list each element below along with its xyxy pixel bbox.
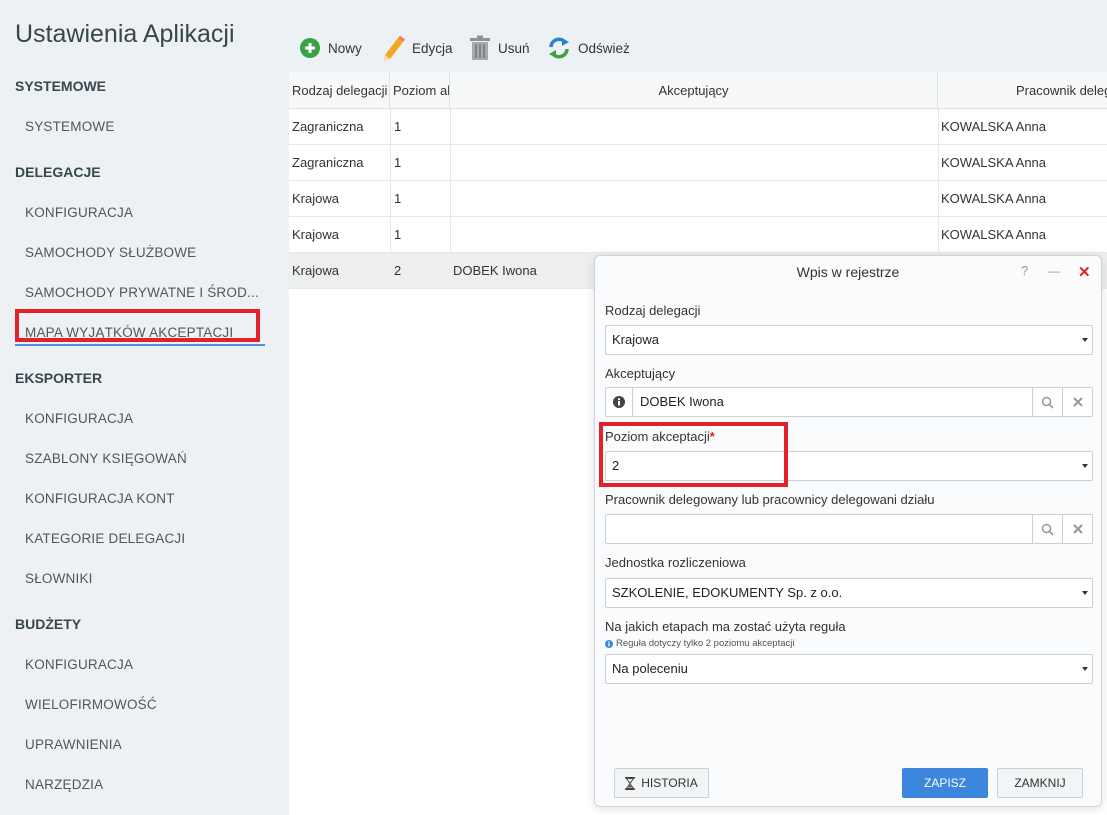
edit-button-label: Edycja xyxy=(412,40,453,56)
table-row[interactable]: Zagraniczna 1 KOWALSKA Anna xyxy=(289,145,1107,181)
new-button[interactable]: Nowy xyxy=(299,34,362,62)
clear-icon[interactable] xyxy=(1062,388,1092,416)
table-row[interactable]: Krajowa 1 KOWALSKA Anna xyxy=(289,217,1107,253)
highlight-box-poziom xyxy=(599,422,788,487)
cell-poziom: 1 xyxy=(394,119,402,134)
section-header-systemowe: SYSTEMOWE xyxy=(15,78,107,94)
chevron-down-icon xyxy=(1082,591,1088,595)
cell-rodzaj: Krajowa xyxy=(292,227,339,242)
pencil-icon xyxy=(383,35,405,61)
sidebar-item-eksporter-konfiguracja[interactable]: KONFIGURACJA xyxy=(25,411,133,426)
rodzaj-value: Krajowa xyxy=(612,332,659,347)
search-icon[interactable] xyxy=(1032,388,1062,416)
cell-pracownik: KOWALSKA Anna xyxy=(941,191,1047,206)
toolbar: Nowy Edycja Usuń Odśwież xyxy=(289,0,1107,72)
rodzaj-label: Rodzaj delegacji xyxy=(605,303,701,318)
column-header-poziom[interactable]: Poziom akceptacji xyxy=(390,72,450,109)
column-header-pracownik[interactable]: Pracownik delegowany xyxy=(938,72,1107,109)
refresh-button-label: Odśwież xyxy=(578,40,630,56)
close-button[interactable]: ZAMKNIJ xyxy=(997,768,1083,798)
sidebar-item-wielofirmowosc[interactable]: WIELOFIRMOWOŚĆ xyxy=(25,697,157,712)
minimize-icon[interactable]: — xyxy=(1048,264,1060,278)
cell-poziom: 2 xyxy=(394,263,402,278)
cell-akceptujacy xyxy=(450,181,938,217)
active-item-underline xyxy=(15,344,265,346)
save-button[interactable]: ZAPISZ xyxy=(902,768,988,798)
cell-akceptujacy xyxy=(450,109,938,145)
akceptujacy-label: Akceptujący xyxy=(605,366,676,381)
section-header-budzety: BUDŻETY xyxy=(15,616,82,632)
history-button-label: HISTORIA xyxy=(641,776,698,790)
sidebar-item-samochody-prywatne[interactable]: SAMOCHODY PRYWATNE I ŚROD... xyxy=(25,285,259,300)
jednostka-select[interactable]: SZKOLENIE, EDOKUMENTY Sp. z o.o. xyxy=(605,578,1093,608)
chevron-down-icon xyxy=(1082,338,1088,342)
cell-rodzaj: Krajowa xyxy=(292,191,339,206)
cell-rodzaj: Zagraniczna xyxy=(292,155,364,170)
sidebar-item-samochody-sluzbowe[interactable]: SAMOCHODY SŁUŻBOWE xyxy=(25,245,196,260)
cell-poziom: 1 xyxy=(394,191,402,206)
column-header-akceptujacy[interactable]: Akceptujący xyxy=(450,72,938,109)
jednostka-value: SZKOLENIE, EDOKUMENTY Sp. z o.o. xyxy=(612,585,843,600)
hourglass-icon xyxy=(625,776,636,790)
sidebar-item-slowniki[interactable]: SŁOWNIKI xyxy=(25,571,93,586)
rodzaj-select[interactable]: Krajowa xyxy=(605,325,1093,355)
cell-rodzaj: Krajowa xyxy=(292,263,339,278)
highlight-box-sidebar xyxy=(15,309,260,342)
pracownik-lookup[interactable] xyxy=(605,514,1093,544)
section-header-eksporter: EKSPORTER xyxy=(15,370,103,386)
sidebar-item-systemowe[interactable]: SYSTEMOWE xyxy=(25,119,115,134)
chevron-down-icon xyxy=(1082,667,1088,671)
table-row[interactable]: Zagraniczna 1 KOWALSKA Anna xyxy=(289,109,1107,145)
column-header-rodzaj[interactable]: Rodzaj delegacji xyxy=(289,72,390,109)
sidebar-item-kategorie-delegacji[interactable]: KATEGORIE DELEGACJI xyxy=(25,531,185,546)
new-button-label: Nowy xyxy=(328,40,362,56)
trash-icon xyxy=(470,35,490,60)
clear-icon[interactable] xyxy=(1062,515,1092,543)
refresh-button[interactable]: Odśwież xyxy=(547,34,630,62)
pracownik-label: Pracownik delegowany lub pracownicy dele… xyxy=(605,492,935,507)
delete-button-label: Usuń xyxy=(498,40,530,56)
edit-button[interactable]: Edycja xyxy=(381,34,453,62)
etapy-hint-text: Reguła dotyczy tylko 2 poziomu akceptacj… xyxy=(616,638,795,649)
plus-circle-icon xyxy=(300,38,320,58)
cell-pracownik: KOWALSKA Anna xyxy=(941,155,1047,170)
sidebar-item-budzety-konfiguracja[interactable]: KONFIGURACJA xyxy=(25,657,133,672)
info-icon[interactable] xyxy=(606,388,633,416)
info-icon xyxy=(605,639,613,648)
cell-akceptujacy xyxy=(450,145,938,181)
page-title: Ustawienia Aplikacji xyxy=(15,20,235,48)
sidebar-item-narzedzia[interactable]: NARZĘDZIA xyxy=(25,777,103,792)
registry-entry-dialog: Wpis w rejestrze ? — ✕ Rodzaj delegacji … xyxy=(594,255,1102,807)
sidebar-item-szablony-ksiegowan[interactable]: SZABLONY KSIĘGOWAŃ xyxy=(25,451,187,466)
chevron-down-icon xyxy=(1082,464,1088,468)
sidebar-item-konfiguracja-kont[interactable]: KONFIGURACJA KONT xyxy=(25,491,175,506)
sidebar-item-uprawnienia[interactable]: UPRAWNIENIA xyxy=(25,737,122,752)
section-header-delegacje: DELEGACJE xyxy=(15,164,101,180)
cell-pracownik: KOWALSKA Anna xyxy=(941,227,1047,242)
help-icon[interactable]: ? xyxy=(1021,263,1028,278)
history-button[interactable]: HISTORIA xyxy=(614,768,709,798)
refresh-icon xyxy=(549,37,569,59)
delete-button[interactable]: Usuń xyxy=(469,34,530,62)
cell-akceptujacy xyxy=(450,217,938,253)
sidebar: Ustawienia Aplikacji SYSTEMOWE SYSTEMOWE… xyxy=(0,0,289,815)
etapy-label: Na jakich etapach ma zostać użyta reguła xyxy=(605,619,846,634)
cell-poziom: 1 xyxy=(394,227,402,242)
search-icon[interactable] xyxy=(1032,515,1062,543)
akceptujacy-lookup[interactable]: DOBEK Iwona xyxy=(605,387,1093,417)
etapy-value: Na poleceniu xyxy=(612,661,688,676)
grid-header: Rodzaj delegacji Poziom akceptacji Akcep… xyxy=(289,72,1107,109)
table-row[interactable]: Krajowa 1 KOWALSKA Anna xyxy=(289,181,1107,217)
cell-poziom: 1 xyxy=(394,155,402,170)
akceptujacy-value: DOBEK Iwona xyxy=(640,394,724,409)
close-icon[interactable]: ✕ xyxy=(1078,263,1091,281)
jednostka-label: Jednostka rozliczeniowa xyxy=(605,555,746,570)
cell-rodzaj: Zagraniczna xyxy=(292,119,364,134)
cell-pracownik: KOWALSKA Anna xyxy=(941,119,1047,134)
etapy-select[interactable]: Na poleceniu xyxy=(605,654,1093,684)
etapy-hint: Reguła dotyczy tylko 2 poziomu akceptacj… xyxy=(605,638,794,649)
sidebar-item-delegacje-konfiguracja[interactable]: KONFIGURACJA xyxy=(25,205,133,220)
